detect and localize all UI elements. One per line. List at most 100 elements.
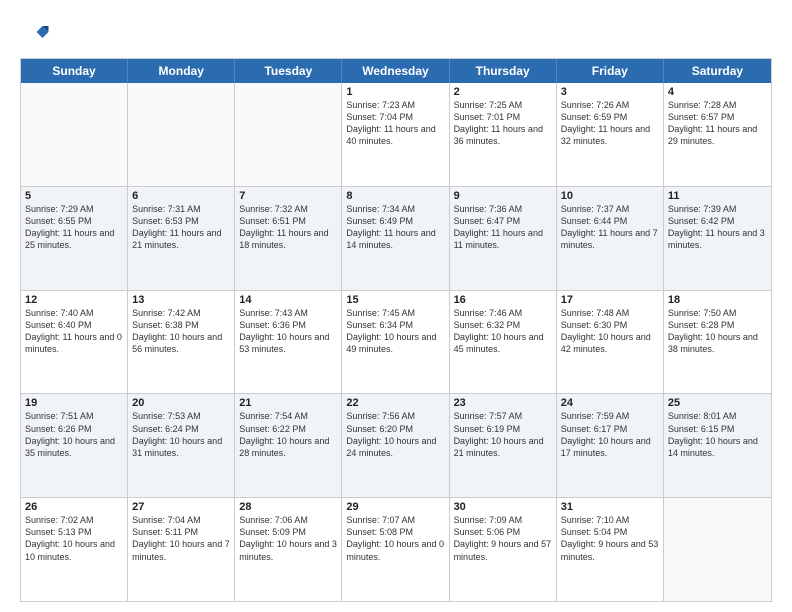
cell-info: Sunrise: 7:39 AM Sunset: 6:42 PM Dayligh… bbox=[668, 203, 767, 252]
day-number: 17 bbox=[561, 294, 659, 306]
calendar-cell: 28Sunrise: 7:06 AM Sunset: 5:09 PM Dayli… bbox=[235, 498, 342, 601]
weekday-header: Tuesday bbox=[235, 59, 342, 83]
cell-info: Sunrise: 7:59 AM Sunset: 6:17 PM Dayligh… bbox=[561, 410, 659, 459]
calendar-cell: 24Sunrise: 7:59 AM Sunset: 6:17 PM Dayli… bbox=[557, 394, 664, 497]
calendar-cell: 26Sunrise: 7:02 AM Sunset: 5:13 PM Dayli… bbox=[21, 498, 128, 601]
day-number: 4 bbox=[668, 86, 767, 98]
day-number: 23 bbox=[454, 397, 552, 409]
calendar-cell bbox=[21, 83, 128, 186]
calendar-header: SundayMondayTuesdayWednesdayThursdayFrid… bbox=[21, 59, 771, 83]
cell-info: Sunrise: 7:37 AM Sunset: 6:44 PM Dayligh… bbox=[561, 203, 659, 252]
calendar-cell: 30Sunrise: 7:09 AM Sunset: 5:06 PM Dayli… bbox=[450, 498, 557, 601]
day-number: 15 bbox=[346, 294, 444, 306]
calendar-cell: 12Sunrise: 7:40 AM Sunset: 6:40 PM Dayli… bbox=[21, 291, 128, 394]
day-number: 19 bbox=[25, 397, 123, 409]
day-number: 22 bbox=[346, 397, 444, 409]
day-number: 7 bbox=[239, 190, 337, 202]
cell-info: Sunrise: 7:07 AM Sunset: 5:08 PM Dayligh… bbox=[346, 514, 444, 563]
calendar-cell: 5Sunrise: 7:29 AM Sunset: 6:55 PM Daylig… bbox=[21, 187, 128, 290]
logo bbox=[20, 20, 54, 50]
calendar-body: 1Sunrise: 7:23 AM Sunset: 7:04 PM Daylig… bbox=[21, 83, 771, 601]
calendar-cell: 2Sunrise: 7:25 AM Sunset: 7:01 PM Daylig… bbox=[450, 83, 557, 186]
day-number: 29 bbox=[346, 501, 444, 513]
cell-info: Sunrise: 7:42 AM Sunset: 6:38 PM Dayligh… bbox=[132, 307, 230, 356]
weekday-header: Friday bbox=[557, 59, 664, 83]
calendar-cell: 27Sunrise: 7:04 AM Sunset: 5:11 PM Dayli… bbox=[128, 498, 235, 601]
weekday-header: Thursday bbox=[450, 59, 557, 83]
cell-info: Sunrise: 8:01 AM Sunset: 6:15 PM Dayligh… bbox=[668, 410, 767, 459]
calendar-cell: 25Sunrise: 8:01 AM Sunset: 6:15 PM Dayli… bbox=[664, 394, 771, 497]
cell-info: Sunrise: 7:02 AM Sunset: 5:13 PM Dayligh… bbox=[25, 514, 123, 563]
day-number: 31 bbox=[561, 501, 659, 513]
day-number: 12 bbox=[25, 294, 123, 306]
page: SundayMondayTuesdayWednesdayThursdayFrid… bbox=[0, 0, 792, 612]
calendar-cell: 16Sunrise: 7:46 AM Sunset: 6:32 PM Dayli… bbox=[450, 291, 557, 394]
day-number: 2 bbox=[454, 86, 552, 98]
calendar-cell: 17Sunrise: 7:48 AM Sunset: 6:30 PM Dayli… bbox=[557, 291, 664, 394]
calendar-cell: 9Sunrise: 7:36 AM Sunset: 6:47 PM Daylig… bbox=[450, 187, 557, 290]
calendar-cell: 22Sunrise: 7:56 AM Sunset: 6:20 PM Dayli… bbox=[342, 394, 449, 497]
calendar-cell: 11Sunrise: 7:39 AM Sunset: 6:42 PM Dayli… bbox=[664, 187, 771, 290]
cell-info: Sunrise: 7:25 AM Sunset: 7:01 PM Dayligh… bbox=[454, 99, 552, 148]
cell-info: Sunrise: 7:57 AM Sunset: 6:19 PM Dayligh… bbox=[454, 410, 552, 459]
day-number: 21 bbox=[239, 397, 337, 409]
calendar-row: 12Sunrise: 7:40 AM Sunset: 6:40 PM Dayli… bbox=[21, 291, 771, 395]
calendar-row: 19Sunrise: 7:51 AM Sunset: 6:26 PM Dayli… bbox=[21, 394, 771, 498]
cell-info: Sunrise: 7:50 AM Sunset: 6:28 PM Dayligh… bbox=[668, 307, 767, 356]
day-number: 30 bbox=[454, 501, 552, 513]
day-number: 11 bbox=[668, 190, 767, 202]
calendar-cell bbox=[664, 498, 771, 601]
calendar-cell: 7Sunrise: 7:32 AM Sunset: 6:51 PM Daylig… bbox=[235, 187, 342, 290]
cell-info: Sunrise: 7:23 AM Sunset: 7:04 PM Dayligh… bbox=[346, 99, 444, 148]
weekday-header: Sunday bbox=[21, 59, 128, 83]
calendar: SundayMondayTuesdayWednesdayThursdayFrid… bbox=[20, 58, 772, 602]
cell-info: Sunrise: 7:26 AM Sunset: 6:59 PM Dayligh… bbox=[561, 99, 659, 148]
cell-info: Sunrise: 7:40 AM Sunset: 6:40 PM Dayligh… bbox=[25, 307, 123, 356]
cell-info: Sunrise: 7:10 AM Sunset: 5:04 PM Dayligh… bbox=[561, 514, 659, 563]
cell-info: Sunrise: 7:53 AM Sunset: 6:24 PM Dayligh… bbox=[132, 410, 230, 459]
day-number: 14 bbox=[239, 294, 337, 306]
calendar-cell: 23Sunrise: 7:57 AM Sunset: 6:19 PM Dayli… bbox=[450, 394, 557, 497]
cell-info: Sunrise: 7:09 AM Sunset: 5:06 PM Dayligh… bbox=[454, 514, 552, 563]
day-number: 1 bbox=[346, 86, 444, 98]
weekday-header: Saturday bbox=[664, 59, 771, 83]
day-number: 26 bbox=[25, 501, 123, 513]
calendar-cell: 15Sunrise: 7:45 AM Sunset: 6:34 PM Dayli… bbox=[342, 291, 449, 394]
day-number: 20 bbox=[132, 397, 230, 409]
calendar-cell: 6Sunrise: 7:31 AM Sunset: 6:53 PM Daylig… bbox=[128, 187, 235, 290]
cell-info: Sunrise: 7:31 AM Sunset: 6:53 PM Dayligh… bbox=[132, 203, 230, 252]
day-number: 3 bbox=[561, 86, 659, 98]
day-number: 9 bbox=[454, 190, 552, 202]
day-number: 27 bbox=[132, 501, 230, 513]
header bbox=[20, 20, 772, 50]
calendar-row: 26Sunrise: 7:02 AM Sunset: 5:13 PM Dayli… bbox=[21, 498, 771, 601]
calendar-cell: 18Sunrise: 7:50 AM Sunset: 6:28 PM Dayli… bbox=[664, 291, 771, 394]
calendar-cell: 19Sunrise: 7:51 AM Sunset: 6:26 PM Dayli… bbox=[21, 394, 128, 497]
weekday-header: Monday bbox=[128, 59, 235, 83]
cell-info: Sunrise: 7:51 AM Sunset: 6:26 PM Dayligh… bbox=[25, 410, 123, 459]
calendar-row: 5Sunrise: 7:29 AM Sunset: 6:55 PM Daylig… bbox=[21, 187, 771, 291]
cell-info: Sunrise: 7:46 AM Sunset: 6:32 PM Dayligh… bbox=[454, 307, 552, 356]
calendar-cell: 20Sunrise: 7:53 AM Sunset: 6:24 PM Dayli… bbox=[128, 394, 235, 497]
cell-info: Sunrise: 7:34 AM Sunset: 6:49 PM Dayligh… bbox=[346, 203, 444, 252]
cell-info: Sunrise: 7:29 AM Sunset: 6:55 PM Dayligh… bbox=[25, 203, 123, 252]
day-number: 8 bbox=[346, 190, 444, 202]
cell-info: Sunrise: 7:06 AM Sunset: 5:09 PM Dayligh… bbox=[239, 514, 337, 563]
cell-info: Sunrise: 7:43 AM Sunset: 6:36 PM Dayligh… bbox=[239, 307, 337, 356]
cell-info: Sunrise: 7:04 AM Sunset: 5:11 PM Dayligh… bbox=[132, 514, 230, 563]
cell-info: Sunrise: 7:54 AM Sunset: 6:22 PM Dayligh… bbox=[239, 410, 337, 459]
calendar-cell: 1Sunrise: 7:23 AM Sunset: 7:04 PM Daylig… bbox=[342, 83, 449, 186]
day-number: 10 bbox=[561, 190, 659, 202]
calendar-cell: 13Sunrise: 7:42 AM Sunset: 6:38 PM Dayli… bbox=[128, 291, 235, 394]
calendar-cell: 10Sunrise: 7:37 AM Sunset: 6:44 PM Dayli… bbox=[557, 187, 664, 290]
day-number: 6 bbox=[132, 190, 230, 202]
calendar-cell: 4Sunrise: 7:28 AM Sunset: 6:57 PM Daylig… bbox=[664, 83, 771, 186]
calendar-cell: 3Sunrise: 7:26 AM Sunset: 6:59 PM Daylig… bbox=[557, 83, 664, 186]
cell-info: Sunrise: 7:48 AM Sunset: 6:30 PM Dayligh… bbox=[561, 307, 659, 356]
calendar-cell: 21Sunrise: 7:54 AM Sunset: 6:22 PM Dayli… bbox=[235, 394, 342, 497]
day-number: 18 bbox=[668, 294, 767, 306]
calendar-cell: 29Sunrise: 7:07 AM Sunset: 5:08 PM Dayli… bbox=[342, 498, 449, 601]
weekday-header: Wednesday bbox=[342, 59, 449, 83]
cell-info: Sunrise: 7:36 AM Sunset: 6:47 PM Dayligh… bbox=[454, 203, 552, 252]
logo-icon bbox=[20, 20, 50, 50]
